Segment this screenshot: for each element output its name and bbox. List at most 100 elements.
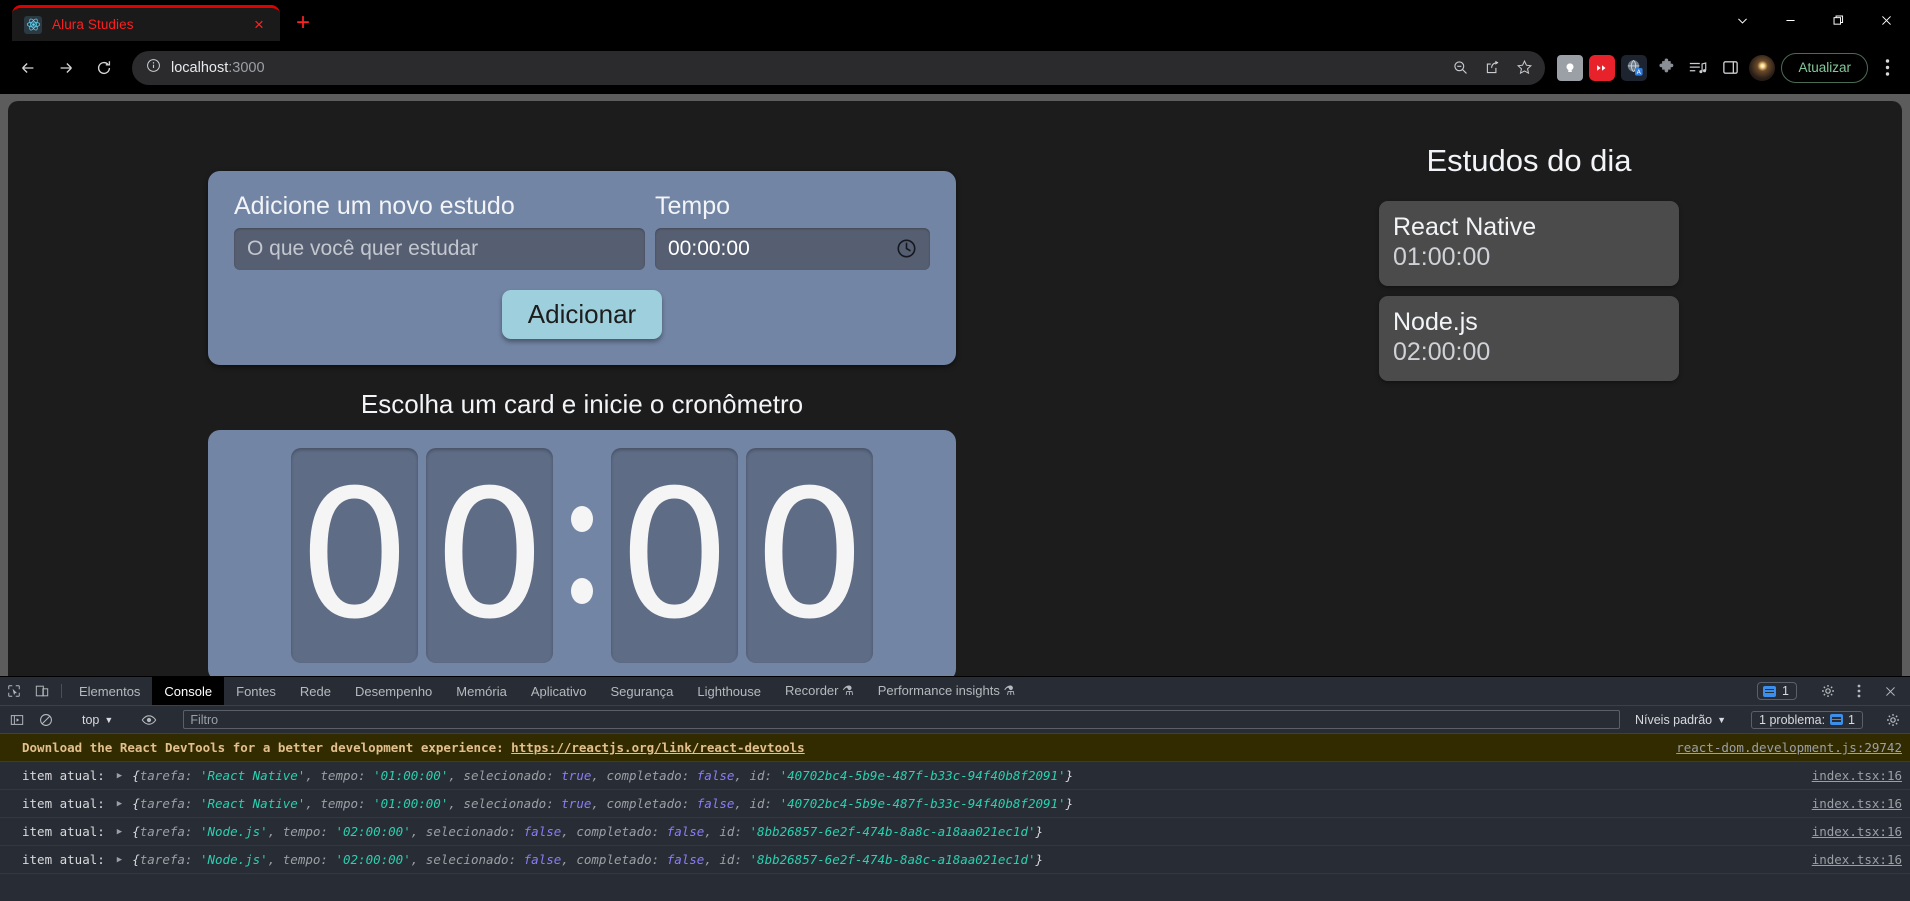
message-count-badge[interactable]: 1 [1757,682,1797,700]
message-icon [1763,685,1777,697]
window-controls [1718,0,1910,41]
console-filter-input[interactable]: Filtro [183,710,1620,729]
punct: , [448,796,464,811]
console-source-link[interactable]: index.tsx:16 [1800,796,1902,811]
punct: : [184,796,200,811]
lightbulb-icon[interactable] [1557,54,1584,81]
minimize-icon[interactable] [1766,0,1814,41]
address-bar[interactable]: localhost:3000 [132,50,1546,85]
sidepanel-icon[interactable] [1717,55,1743,81]
stopwatch-title: Escolha um card e inicie o cronômetro [360,388,804,419]
context-selector[interactable]: top ▼ [76,713,119,727]
time-input[interactable]: 00:00:00 [655,227,930,270]
browser-menu-icon[interactable] [1874,53,1900,83]
key-completado: completado [606,768,682,783]
close-tab-icon[interactable]: × [248,14,270,36]
console-row-warning[interactable]: Download the React DevTools for a better… [0,734,1910,762]
share-icon[interactable] [1477,53,1507,83]
study-list-title: Estudos do dia [1426,143,1632,178]
console-sidebar-icon[interactable] [4,708,30,732]
punct: : [651,852,667,867]
console-row-log[interactable]: item atual: ▶ {tarefa: 'React Native', t… [0,790,1910,818]
puzzle-icon[interactable] [1653,55,1679,81]
console-row-log[interactable]: item atual: ▶ {tarefa: 'React Native', t… [0,762,1910,790]
playlist-icon[interactable] [1685,55,1711,81]
bookmark-star-icon[interactable] [1509,53,1539,83]
forward-icon[interactable] [48,50,84,86]
punct: , [591,796,607,811]
tab-elementos[interactable]: Elementos [67,677,152,705]
settings-gear-icon[interactable] [1814,684,1842,698]
value-tempo: '02:00:00' [335,824,411,839]
punct: : [508,852,524,867]
console-settings-gear-icon[interactable] [1880,708,1906,732]
close-devtools-icon[interactable] [1876,685,1904,698]
clear-console-icon[interactable] [33,708,59,732]
console-source-link[interactable]: react-dom.development.js:29742 [1664,740,1902,755]
translate-icon[interactable]: A [1621,54,1648,81]
avatar[interactable] [1749,54,1776,81]
study-card-react-native[interactable]: React Native 01:00:00 [1379,201,1679,286]
brace-close: } [1035,852,1044,867]
devtools-panel: Elementos Console Fontes Rede Desempenho… [0,676,1910,901]
expand-arrow-icon[interactable]: ▶ [111,855,126,865]
maximize-icon[interactable] [1814,0,1862,41]
reload-icon[interactable] [86,50,122,86]
back-icon[interactable] [10,50,46,86]
console-source-link[interactable]: index.tsx:16 [1800,824,1902,839]
device-toolbar-icon[interactable] [28,677,56,705]
console-row-log[interactable]: item atual: ▶ {tarefa: 'Node.js', tempo:… [0,818,1910,846]
tab-fontes[interactable]: Fontes [224,677,288,705]
clock-icon[interactable] [896,238,917,259]
zoom-out-icon[interactable] [1445,53,1475,83]
value-completado: false [696,796,735,811]
expand-arrow-icon[interactable]: ▶ [111,771,126,781]
console-source-link[interactable]: index.tsx:16 [1800,768,1902,783]
inspect-element-icon[interactable] [0,677,28,705]
form-fields-row: Adicione um novo estudo O que você quer … [234,192,930,270]
react-icon [24,15,42,34]
brace-open: { [132,796,140,811]
close-window-icon[interactable] [1862,0,1910,41]
study-name: Node.js [1393,307,1478,336]
info-circle-icon[interactable] [146,58,161,78]
key-tempo: tempo [282,852,321,867]
tab-seguranca[interactable]: Segurança [599,677,686,705]
tab-performance-insights[interactable]: Performance insights ⚗ [866,677,1027,705]
key-tarefa: tarefa [139,796,185,811]
update-button[interactable]: Atualizar [1781,52,1868,83]
punct: : [546,768,562,783]
problems-count: 1 [1848,712,1855,727]
tab-aplicativo[interactable]: Aplicativo [519,677,599,705]
add-study-button[interactable]: Adicionar [501,289,663,339]
expand-arrow-icon[interactable]: ▶ [111,799,126,809]
tab-lighthouse[interactable]: Lighthouse [685,677,773,705]
live-expression-eye-icon[interactable] [136,708,162,732]
tab-desempenho[interactable]: Desempenho [343,677,444,705]
study-card-nodejs[interactable]: Node.js 02:00:00 [1379,295,1679,381]
log-level-label: Níveis padrão [1634,712,1713,727]
react-devtools-link[interactable]: https://reactjs.org/link/react-devtools [511,740,805,755]
task-input[interactable]: O que você quer estudar [234,227,645,270]
browser-tab-alura-studies[interactable]: Alura Studies × [12,5,280,41]
value-selecionado: false [523,824,562,839]
log-level-selector[interactable]: Níveis padrão ▼ [1627,713,1734,727]
youtube-icon[interactable] [1589,54,1616,81]
tab-memoria[interactable]: Memória [444,677,519,705]
brace-close: } [1035,824,1044,839]
tab-console[interactable]: Console [152,677,225,705]
tab-search-chevron-down-icon[interactable] [1718,0,1766,41]
tab-rede[interactable]: Rede [288,677,343,705]
key-tempo: tempo [282,824,321,839]
more-options-icon[interactable] [1845,684,1873,698]
punct: : [184,768,200,783]
value-selecionado: true [561,768,592,783]
console-row-log[interactable]: item atual: ▶ {tarefa: 'Node.js', tempo:… [0,846,1910,874]
tab-recorder[interactable]: Recorder ⚗ [773,677,866,705]
new-tab-button[interactable]: + [286,6,320,40]
console-source-link[interactable]: index.tsx:16 [1800,852,1902,867]
expand-arrow-icon[interactable]: ▶ [111,827,126,837]
task-label: Adicione um novo estudo [234,192,515,220]
app-main-column: Adicione um novo estudo O que você quer … [8,131,1156,676]
problems-badge[interactable]: 1 problema: 1 [1751,710,1863,729]
